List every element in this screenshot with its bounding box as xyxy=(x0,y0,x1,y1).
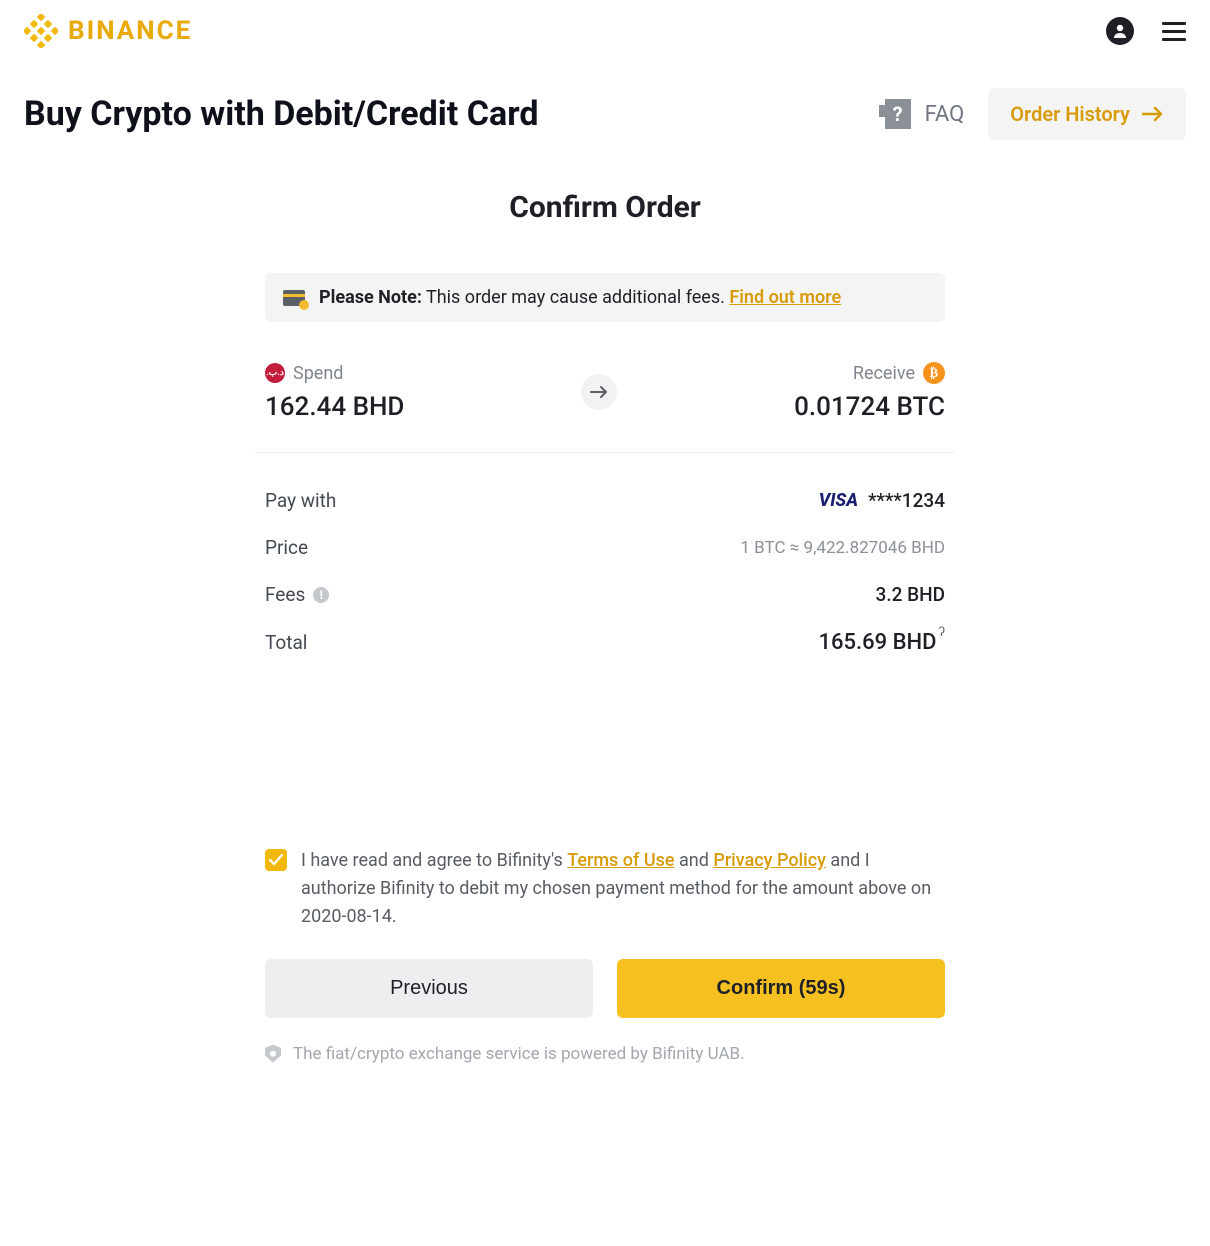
pay-with-row: Pay with VISA ****1234 xyxy=(265,477,945,524)
confirm-button[interactable]: Confirm (59s) xyxy=(617,959,945,1018)
price-value: 1 BTC ≈ 9,422.827046 BHD xyxy=(740,538,945,558)
arrow-right-icon xyxy=(1142,106,1164,122)
total-sup: ʔ xyxy=(939,624,946,640)
action-buttons: Previous Confirm (59s) xyxy=(265,959,945,1018)
order-history-button[interactable]: Order History xyxy=(988,88,1186,140)
terms-link[interactable]: Terms of Use xyxy=(567,850,674,871)
note-strong: Please Note: xyxy=(319,287,422,308)
faq-icon: ? xyxy=(885,99,911,129)
find-out-more-link[interactable]: Find out more xyxy=(729,287,841,308)
faq-link[interactable]: ? FAQ xyxy=(885,99,965,129)
price-row: Price 1 BTC ≈ 9,422.827046 BHD xyxy=(265,524,945,571)
price-label: Price xyxy=(265,536,308,559)
footer-text: The fiat/crypto exchange service is powe… xyxy=(293,1044,745,1064)
spend-value: 162.44 BHD xyxy=(265,392,404,422)
consent-pre: I have read and agree to Bifinity's xyxy=(301,850,567,871)
page-title: Buy Crypto with Debit/Credit Card xyxy=(24,94,538,134)
total-label: Total xyxy=(265,631,307,654)
previous-button[interactable]: Previous xyxy=(265,959,593,1018)
spend-label: Spend xyxy=(293,363,343,384)
exchange-row: .د.ب Spend 162.44 BHD Receive ₿ 0.01724 … xyxy=(255,362,955,453)
receive-label-row: Receive ₿ xyxy=(853,362,945,384)
faq-label: FAQ xyxy=(925,102,965,127)
btc-currency-icon: ₿ xyxy=(923,362,945,384)
fees-row: Fees ! 3.2 BHD xyxy=(265,571,945,618)
card-masked: ****1234 xyxy=(868,489,945,512)
brand-name: BINANCE xyxy=(68,16,192,46)
consent-text: I have read and agree to Bifinity's Term… xyxy=(301,847,945,931)
note-body: This order may cause additional fees. xyxy=(422,287,729,308)
fees-label-text: Fees xyxy=(265,583,305,606)
title-actions: ? FAQ Order History xyxy=(885,88,1186,140)
spend-column: .د.ب Spend 162.44 BHD xyxy=(265,363,404,422)
consent-row: I have read and agree to Bifinity's Term… xyxy=(265,847,945,931)
credit-card-icon xyxy=(283,290,305,306)
visa-brand: VISA xyxy=(819,490,858,511)
brand-logo[interactable]: BINANCE xyxy=(24,14,192,48)
note-text: Please Note: This order may cause additi… xyxy=(319,287,841,308)
receive-value: 0.01724 BTC xyxy=(794,392,945,422)
privacy-link[interactable]: Privacy Policy xyxy=(713,850,826,871)
fees-label: Fees ! xyxy=(265,583,329,606)
receive-label: Receive xyxy=(853,363,915,384)
app-header: BINANCE xyxy=(0,0,1210,58)
total-row: Total 165.69 BHDʔ xyxy=(265,618,945,667)
total-amount: 165.69 BHD xyxy=(819,630,937,655)
header-actions xyxy=(1106,17,1186,45)
fee-note: Please Note: This order may cause additi… xyxy=(265,273,945,322)
pay-with-value: VISA ****1234 xyxy=(819,489,945,512)
consent-checkbox[interactable] xyxy=(265,849,287,871)
consent-mid: and xyxy=(675,850,714,871)
confirm-title: Confirm Order xyxy=(265,190,945,225)
confirm-order-panel: Confirm Order Please Note: This order ma… xyxy=(245,190,965,1064)
total-value: 165.69 BHDʔ xyxy=(819,630,945,655)
info-icon[interactable]: ! xyxy=(313,587,329,603)
pay-with-label: Pay with xyxy=(265,489,336,512)
order-history-label: Order History xyxy=(1010,102,1130,126)
receive-column: Receive ₿ 0.01724 BTC xyxy=(794,362,945,422)
footer-note: The fiat/crypto exchange service is powe… xyxy=(265,1044,945,1064)
bhd-currency-icon: .د.ب xyxy=(265,363,285,383)
account-icon[interactable] xyxy=(1106,17,1134,45)
title-bar: Buy Crypto with Debit/Credit Card ? FAQ … xyxy=(0,58,1210,150)
fees-value: 3.2 BHD xyxy=(876,583,945,606)
binance-icon xyxy=(24,14,58,48)
spend-label-row: .د.ب Spend xyxy=(265,363,404,384)
shield-icon xyxy=(265,1045,281,1063)
arrow-swap-icon xyxy=(581,374,617,410)
menu-icon[interactable] xyxy=(1162,22,1186,41)
